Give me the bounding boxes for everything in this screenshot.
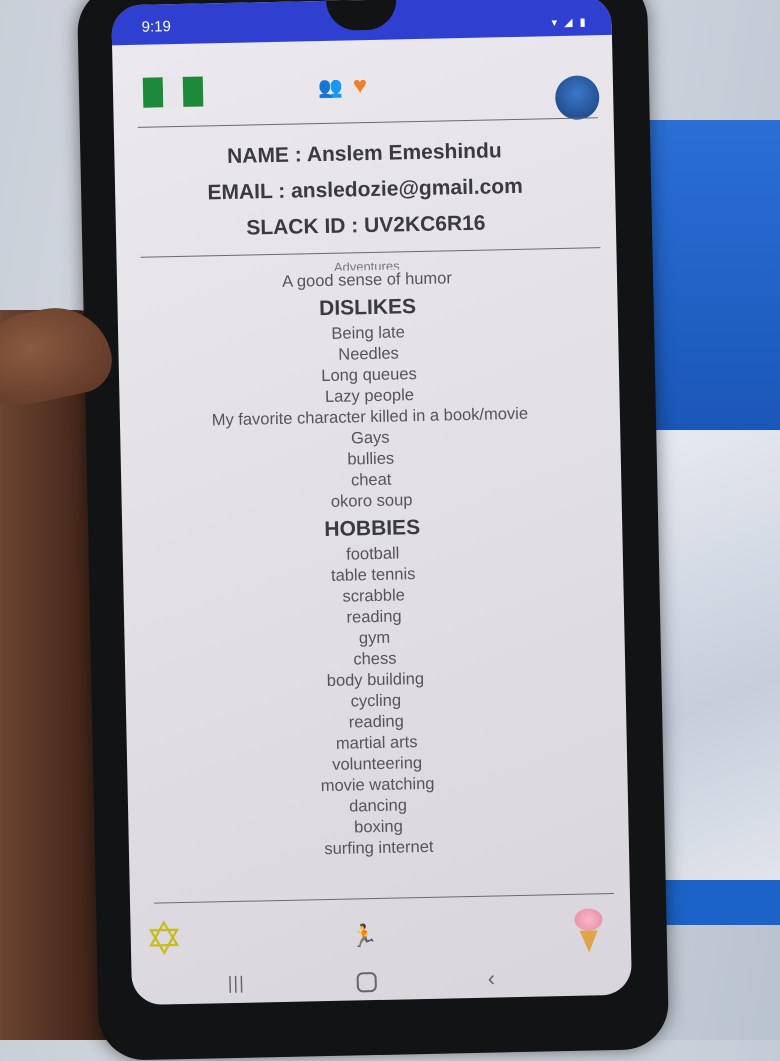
flag-icon[interactable]	[142, 76, 204, 108]
status-time: 9:19	[141, 18, 172, 36]
profile-email: EMAIL : ansledozie@gmail.com	[207, 174, 523, 205]
status-bar: 9:19 ▾ ◢ ▮	[111, 0, 612, 46]
phone-screen: 9:19 ▾ ◢ ▮ 👥 ♥ NAME : Anslem Emeshindu E…	[111, 0, 633, 1006]
camera-notch	[326, 0, 397, 31]
status-icons: ▾ ◢ ▮	[551, 16, 588, 30]
profile-name: NAME : Anslem Emeshindu	[226, 139, 502, 168]
profile-slack-id: SLACK ID : UV2KC6R16	[246, 211, 486, 240]
run-icon[interactable]: 🏃	[350, 923, 378, 950]
profile-header: NAME : Anslem Emeshindu EMAIL : ansledoz…	[114, 137, 616, 255]
heart-icon[interactable]: ♥	[353, 72, 368, 100]
profile-list[interactable]: Adventures A good sense of humor DISLIKE…	[117, 257, 629, 864]
bottom-bar: ✡ 🏃	[130, 900, 631, 970]
system-nav-bar: ||| ‹	[131, 963, 632, 1003]
recents-icon[interactable]: |||	[228, 973, 245, 994]
gear-icon[interactable]: ✡	[144, 912, 184, 965]
people-icon[interactable]: 👥	[318, 74, 343, 100]
home-icon[interactable]	[356, 972, 377, 993]
top-icons: 👥 ♥	[318, 72, 368, 101]
phone: 9:19 ▾ ◢ ▮ 👥 ♥ NAME : Anslem Emeshindu E…	[76, 0, 670, 1061]
back-icon[interactable]: ‹	[487, 966, 495, 992]
divider	[137, 117, 598, 128]
icecream-icon[interactable]	[574, 908, 603, 953]
avatar[interactable]	[554, 75, 600, 121]
